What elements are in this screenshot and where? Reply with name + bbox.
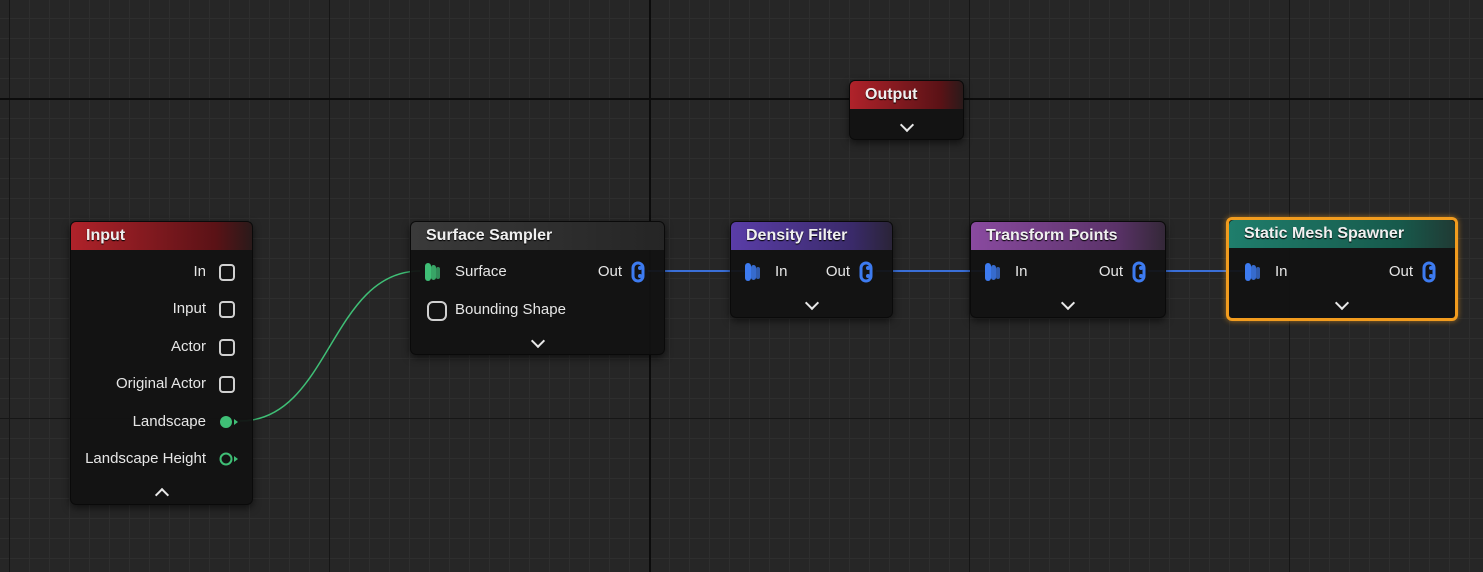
expand-chevron-icon[interactable] <box>530 333 545 349</box>
static-mesh-spawner-node[interactable]: Static Mesh Spawner In Out <box>1226 217 1458 321</box>
input-pin-landscape-height[interactable]: Landscape Height <box>85 447 206 471</box>
input-pin-icon[interactable] <box>219 301 235 318</box>
expand-chevron-icon[interactable] <box>804 295 819 311</box>
actor-pin-icon[interactable] <box>219 339 235 356</box>
input-pin-landscape[interactable]: Landscape <box>133 410 206 434</box>
input-pin-actor[interactable]: Actor <box>171 335 206 359</box>
bounding-shape-pin[interactable]: Bounding Shape <box>455 298 566 322</box>
landscape-height-pin-icon[interactable] <box>219 451 241 467</box>
density-out-pin-icon[interactable] <box>858 261 880 283</box>
transform-points-node[interactable]: Transform Points In Out <box>970 221 1166 318</box>
spawner-out-pin-icon[interactable] <box>1421 261 1443 283</box>
density-out-pin[interactable]: Out <box>826 260 850 284</box>
original-actor-pin-icon[interactable] <box>219 376 235 393</box>
expand-chevron-icon[interactable] <box>899 117 914 133</box>
input-node-title: Input <box>71 222 252 250</box>
surface-sampler-node[interactable]: Surface Sampler Surface Out Bounding Sha… <box>410 221 665 355</box>
density-in-pin[interactable]: In <box>775 260 788 284</box>
spawner-out-pin[interactable]: Out <box>1389 260 1413 284</box>
transform-in-pin-icon[interactable] <box>983 261 1005 283</box>
density-in-pin-icon[interactable] <box>743 261 765 283</box>
spawner-in-pin[interactable]: In <box>1275 260 1288 284</box>
expand-chevron-icon[interactable] <box>1060 295 1076 311</box>
input-pin-input[interactable]: Input <box>173 297 206 321</box>
wire-landscape-to-surface <box>239 270 421 422</box>
sampler-out-pin[interactable]: Out <box>598 260 622 284</box>
static-mesh-spawner-title: Static Mesh Spawner <box>1229 220 1455 248</box>
surface-in-pin-icon[interactable] <box>423 261 445 283</box>
surface-sampler-title: Surface Sampler <box>411 222 664 250</box>
bounding-shape-pin-icon[interactable] <box>427 301 447 321</box>
transform-out-pin-icon[interactable] <box>1131 261 1153 283</box>
transform-out-pin[interactable]: Out <box>1099 260 1123 284</box>
collapse-chevron-icon[interactable] <box>154 487 169 503</box>
grid-axis-horizontal <box>0 98 1483 100</box>
output-node-title: Output <box>850 81 963 109</box>
density-filter-node[interactable]: Density Filter In Out <box>730 221 893 318</box>
input-pin-original-actor[interactable]: Original Actor <box>116 372 206 396</box>
landscape-pin-icon[interactable] <box>219 414 241 430</box>
transform-points-title: Transform Points <box>971 222 1165 250</box>
input-pin-in[interactable]: In <box>193 260 206 284</box>
expand-chevron-icon[interactable] <box>1334 295 1350 311</box>
in-pin-icon[interactable] <box>219 264 235 281</box>
sampler-out-pin-icon[interactable] <box>630 261 652 283</box>
surface-pin[interactable]: Surface <box>455 260 507 284</box>
output-node[interactable]: Output <box>849 80 964 140</box>
input-node[interactable]: Input In Input Actor Original Actor Land… <box>70 221 253 505</box>
density-filter-title: Density Filter <box>731 222 892 250</box>
transform-in-pin[interactable]: In <box>1015 260 1028 284</box>
spawner-in-pin-icon[interactable] <box>1243 261 1265 283</box>
